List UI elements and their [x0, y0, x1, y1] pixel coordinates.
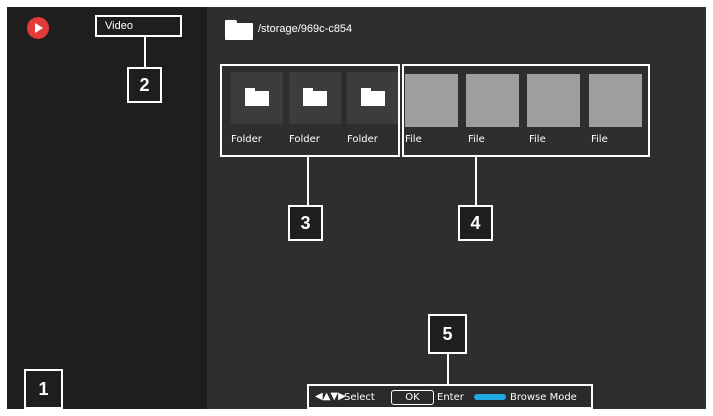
callout-line	[475, 157, 477, 205]
dpad-arrows-icon: ◀▲▼▶	[315, 391, 346, 402]
callout-number-4: 4	[458, 205, 493, 241]
footer-hint-bar: ◀▲▼▶ Select OK Enter Browse Mode	[307, 384, 593, 409]
callout-box-files	[402, 64, 650, 157]
select-hint: Select	[344, 392, 375, 403]
path-breadcrumb: /storage/969c-c854	[258, 23, 353, 35]
callout-line	[144, 37, 146, 69]
blue-button-icon[interactable]	[474, 394, 506, 400]
callout-number-2: 2	[127, 67, 162, 103]
browse-mode-hint: Browse Mode	[510, 392, 577, 403]
callout-box-folders	[220, 64, 400, 157]
play-app-icon	[27, 17, 49, 39]
callout-number-3: 3	[288, 205, 323, 241]
folder-icon	[225, 20, 253, 40]
ok-button[interactable]: OK	[391, 390, 434, 405]
callout-line	[447, 354, 449, 384]
tab-video[interactable]: Video	[95, 15, 182, 37]
callout-line	[307, 157, 309, 205]
sidebar	[7, 7, 207, 409]
callout-number-1: 1	[24, 369, 63, 409]
enter-hint: Enter	[437, 392, 464, 403]
callout-number-5: 5	[428, 314, 467, 354]
